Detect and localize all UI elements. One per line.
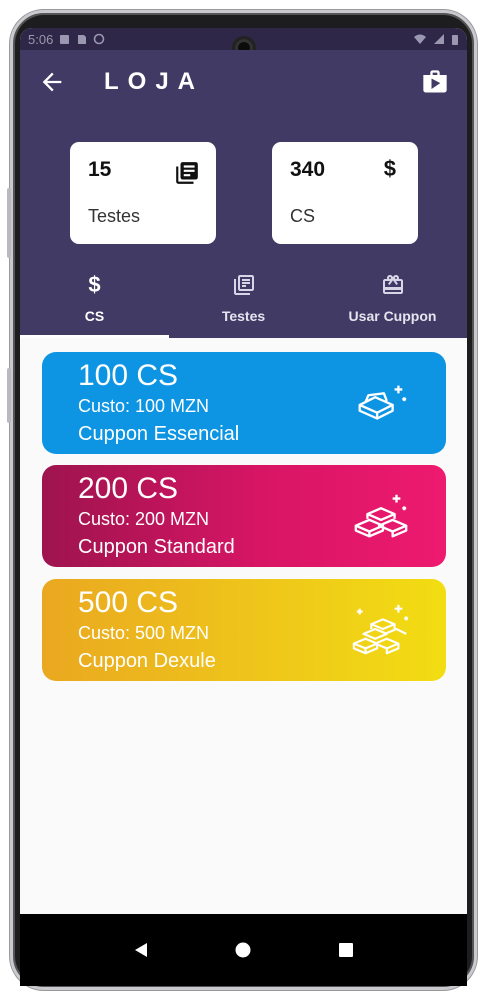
nav-home-button[interactable] (231, 938, 255, 962)
coupon-card-standard[interactable]: 200 CS Custo: 200 MZN Cuppon Standard (42, 465, 446, 567)
battery-icon (452, 34, 458, 45)
coupon-card-essencial[interactable]: 100 CS Custo: 100 MZN Cuppon Essencial (42, 352, 446, 454)
page-title: LOJA (104, 68, 205, 95)
tab-usar-cuppon-label: Usar Cuppon (348, 308, 437, 324)
circle-home-icon (235, 942, 251, 958)
app-screen: 5:06 LOJA 15 Testes 340 $ CS $ CS Testes… (20, 28, 467, 986)
sim-icon (60, 34, 70, 44)
power-button (7, 368, 11, 423)
back-button[interactable] (38, 68, 66, 96)
nav-recents-button[interactable] (334, 938, 358, 962)
testes-label: Testes (88, 206, 141, 226)
tab-testes[interactable]: Testes (169, 268, 318, 338)
nav-back-button[interactable] (129, 938, 153, 962)
sd-card-icon (78, 34, 87, 44)
store-header: LOJA 15 Testes 340 $ CS $ CS Testes Usar… (20, 50, 467, 338)
stat-card-testes: 15 Testes (70, 142, 216, 244)
tab-cs-label: CS (84, 308, 105, 324)
gold-stack-icon (352, 604, 409, 655)
arrow-back-icon (42, 72, 62, 92)
shop-bag-button[interactable] (421, 68, 449, 96)
newspaper-icon (233, 275, 254, 295)
dollar-icon: $ (88, 272, 101, 297)
dollar-icon: $ (383, 156, 396, 181)
gold-bars-icon (354, 494, 408, 538)
tab-usar-cuppon[interactable]: Usar Cuppon (318, 268, 467, 338)
top-app-bar: LOJA (20, 50, 467, 114)
triangle-back-icon (135, 943, 148, 957)
tab-bar: $ CS Testes Usar Cuppon (20, 268, 467, 338)
volume-button (7, 188, 11, 258)
cs-label: CS (290, 206, 316, 226)
newspaper-icon (176, 162, 198, 184)
coupon-card-dexule[interactable]: 500 CS Custo: 500 MZN Cuppon Dexule (42, 579, 446, 681)
system-nav-bar (20, 914, 467, 986)
signal-icon (434, 34, 444, 44)
gift-icon (382, 275, 403, 294)
coupon-list: 100 CS Custo: 100 MZN Cuppon Essencial 2… (20, 338, 467, 914)
stat-card-cs: 340 $ CS (272, 142, 418, 244)
tab-testes-label: Testes (221, 308, 266, 324)
gold-bar-icon (358, 385, 407, 420)
status-time: 5:06 (28, 31, 54, 47)
sync-icon (94, 33, 105, 45)
wifi-icon (414, 34, 426, 44)
square-recents-icon (338, 943, 353, 957)
tab-cs[interactable]: $ CS (20, 268, 169, 338)
shopping-bag-icon (423, 70, 447, 93)
